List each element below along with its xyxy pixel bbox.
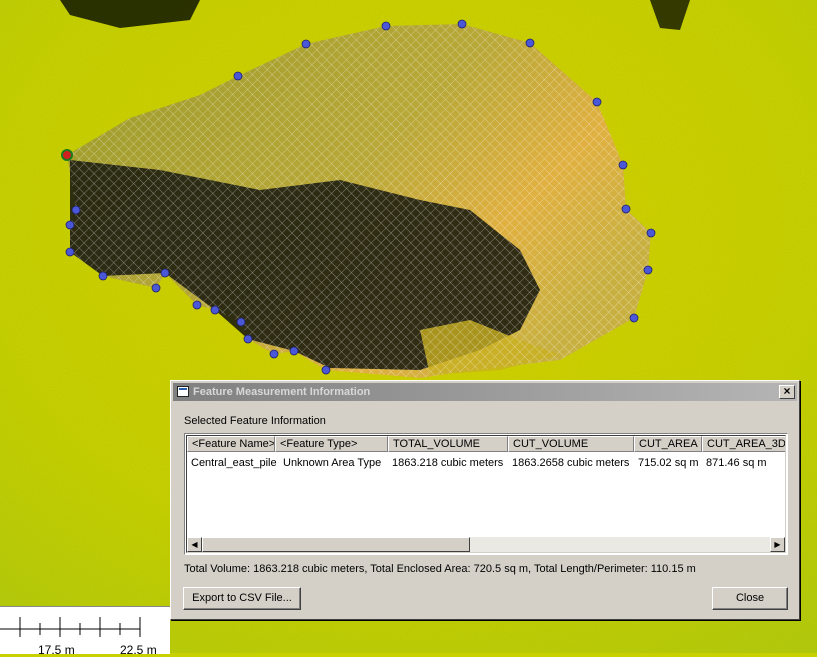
export-csv-button[interactable]: Export to CSV File... — [183, 587, 301, 610]
scroll-left-icon[interactable]: ◀ — [187, 537, 202, 552]
vertex-marker — [301, 39, 311, 49]
column-header-cut-volume[interactable]: CUT_VOLUME — [508, 436, 634, 452]
vertex-marker — [381, 21, 391, 31]
section-label: Selected Feature Information — [184, 415, 326, 427]
vertex-marker — [592, 97, 602, 107]
vertex-marker — [321, 365, 331, 375]
scale-ticks — [0, 617, 141, 637]
vertex-marker — [643, 265, 653, 275]
vertex-marker — [233, 71, 243, 81]
column-header-cut-area[interactable]: CUT_AREA — [634, 436, 702, 452]
vertex-marker — [621, 204, 631, 214]
vertex-marker — [71, 205, 81, 215]
feature-measurement-dialog: Feature Measurement Information × Select… — [170, 380, 800, 620]
vertex-marker — [160, 268, 170, 278]
scale-label: 17.5 m — [38, 643, 75, 657]
window-icon — [177, 386, 189, 397]
vertex-marker — [646, 228, 656, 238]
start-vertex-marker — [61, 149, 73, 161]
dialog-titlebar[interactable]: Feature Measurement Information × — [173, 383, 797, 401]
dialog-title: Feature Measurement Information — [193, 386, 371, 398]
cell-cut-volume: 1863.2658 cubic meters — [512, 457, 630, 469]
column-header-total-volume[interactable]: TOTAL_VOLUME — [388, 436, 508, 452]
vertex-marker — [289, 346, 299, 356]
scale-bar: 17.5 m 22.5 m — [0, 606, 170, 657]
vertex-marker — [98, 271, 108, 281]
close-button[interactable]: Close — [712, 587, 788, 610]
feature-list[interactable]: <Feature Name> <Feature Type> TOTAL_VOLU… — [184, 433, 788, 555]
horizontal-scrollbar[interactable]: ◀ ▶ — [187, 537, 785, 552]
vertex-marker — [236, 317, 246, 327]
vertex-marker — [192, 300, 202, 310]
vertex-marker — [629, 313, 639, 323]
cell-cut-area-3d: 871.46 sq m — [706, 457, 767, 469]
vertex-marker — [210, 305, 220, 315]
close-icon[interactable]: × — [779, 385, 795, 399]
vertex-marker — [65, 247, 75, 257]
scroll-right-icon[interactable]: ▶ — [770, 537, 785, 552]
column-header-cut-area-3d[interactable]: CUT_AREA_3D — [702, 436, 785, 452]
scale-label: 22.5 m — [120, 643, 157, 657]
scrollbar-thumb[interactable] — [202, 537, 470, 552]
vertex-marker — [65, 220, 75, 230]
vertex-marker — [525, 38, 535, 48]
vertex-marker — [151, 283, 161, 293]
cell-feature-name: Central_east_pile — [191, 457, 277, 469]
column-header-feature-name[interactable]: <Feature Name> — [187, 436, 275, 452]
cell-feature-type: Unknown Area Type — [283, 457, 382, 469]
cell-total-volume: 1863.218 cubic meters — [392, 457, 504, 469]
vertex-marker — [618, 160, 628, 170]
cell-cut-area: 715.02 sq m — [638, 457, 699, 469]
vertex-marker — [243, 334, 253, 344]
column-header-feature-type[interactable]: <Feature Type> — [275, 436, 388, 452]
summary-text: Total Volume: 1863.218 cubic meters, Tot… — [184, 563, 696, 575]
vertex-marker — [269, 349, 279, 359]
vertex-marker — [457, 19, 467, 29]
